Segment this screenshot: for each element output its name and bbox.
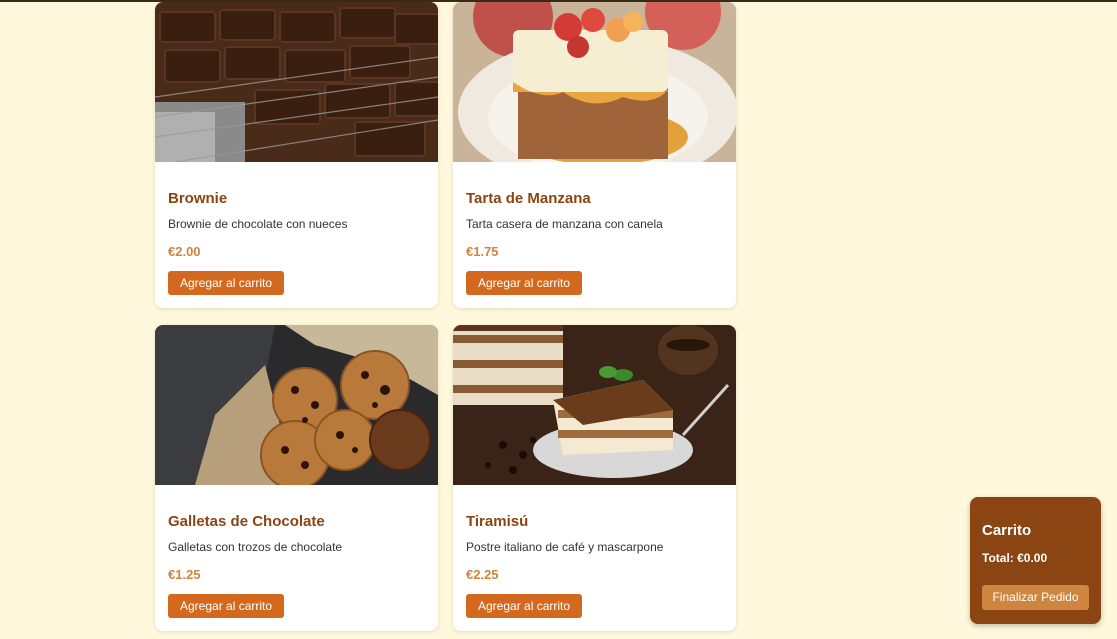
cart-panel: Carrito Total: €0.00 Finalizar Pedido [970,497,1101,624]
product-description: Postre italiano de café y mascarpone [466,540,664,554]
checkout-button[interactable]: Finalizar Pedido [982,585,1089,610]
product-price: €1.75 [466,244,499,259]
product-card: Galletas de Chocolate Galletas con trozo… [155,325,438,631]
cart-title: Carrito [982,522,1032,539]
add-to-cart-button[interactable]: Agregar al carrito [466,271,583,295]
add-to-cart-button[interactable]: Agregar al carrito [168,271,285,295]
add-to-cart-button[interactable]: Agregar al carrito [168,594,285,618]
product-name: Tarta de Manzana [466,190,591,207]
product-description: Brownie de chocolate con nueces [168,217,348,231]
product-name: Galletas de Chocolate [168,513,325,530]
product-card: Tarta de Manzana Tarta casera de manzana… [453,2,736,308]
product-price: €2.00 [168,244,201,259]
add-to-cart-button[interactable]: Agregar al carrito [466,594,583,618]
product-card: Brownie Brownie de chocolate con nueces … [155,2,438,308]
brownie-image [155,2,438,162]
product-description: Galletas con trozos de chocolate [168,540,343,554]
cart-total: Total: €0.00 [982,551,1048,565]
product-name: Tiramisú [466,513,529,530]
product-description: Tarta casera de manzana con canela [466,217,663,231]
apple-cake-image [453,2,736,162]
product-card: Tiramisú Postre italiano de café y masca… [453,325,736,631]
product-name: Brownie [168,190,228,207]
cookies-image [155,325,438,485]
product-price: €1.25 [168,567,201,582]
product-price: €2.25 [466,567,499,582]
tiramisu-image [453,325,736,485]
